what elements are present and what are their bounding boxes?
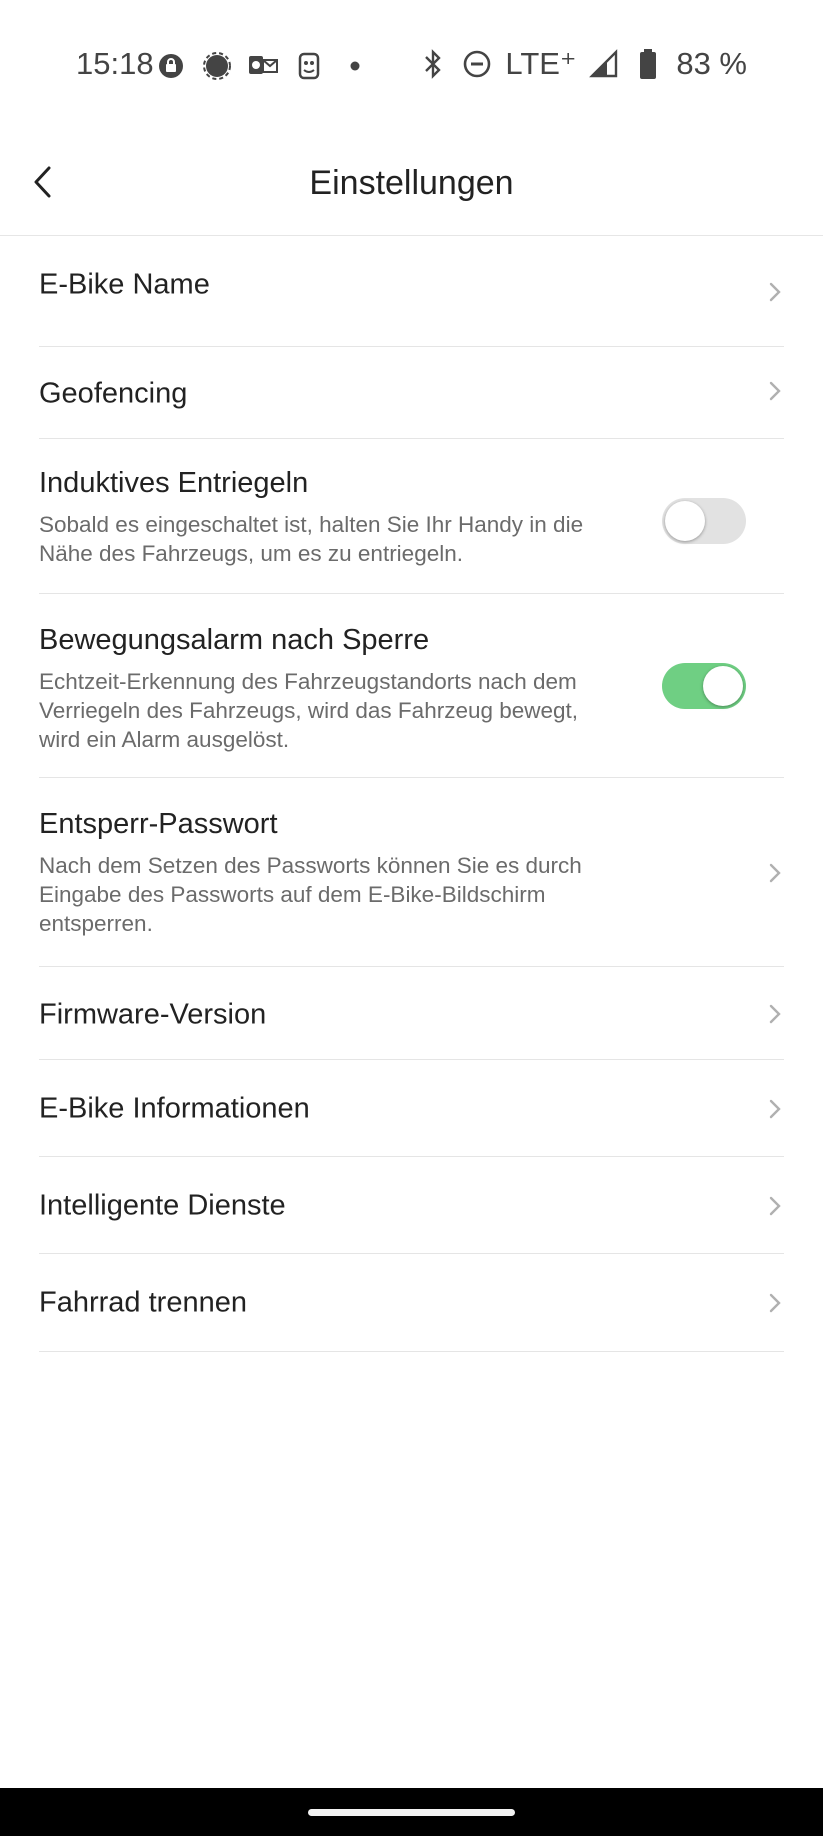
setting-induktives-entriegeln: Induktives Entriegeln Sobald es eingesch… [39, 439, 784, 594]
home-gesture-handle[interactable] [308, 1809, 515, 1816]
setting-title: Firmware-Version [39, 998, 267, 1031]
system-status: LTE⁺ 83 % [417, 46, 747, 82]
outlook-icon [247, 50, 279, 82]
setting-firmware-version[interactable]: Firmware-Version [39, 967, 784, 1060]
status-bar: 15:18 LTE⁺ 83 % [0, 0, 823, 130]
setting-title: Induktives Entriegeln [39, 467, 309, 499]
setting-title: Geofencing [39, 377, 188, 410]
more-notifications-dot-icon [339, 50, 371, 82]
chevron-right-icon [769, 1004, 781, 1024]
network-type-label: LTE⁺ [505, 46, 577, 81]
setting-entsperr-passwort[interactable]: Entsperr-Passwort Nach dem Setzen des Pa… [39, 778, 784, 967]
setting-geofencing[interactable]: Geofencing [39, 347, 784, 439]
setting-title: Entsperr-Passwort [39, 808, 278, 840]
toggle-knob [665, 501, 705, 541]
app-header: Einstellungen [0, 130, 823, 236]
chevron-right-icon [769, 1196, 781, 1216]
setting-text: Bewegungsalarm nach Sperre Echtzeit-Erke… [39, 624, 619, 754]
toggle-knob [703, 666, 743, 706]
setting-title: E-Bike Informationen [39, 1092, 310, 1125]
setting-bewegungsalarm: Bewegungsalarm nach Sperre Echtzeit-Erke… [39, 594, 784, 778]
notification-icons [155, 50, 371, 82]
setting-description: Nach dem Setzen des Passworts können Sie… [39, 853, 582, 936]
do-not-disturb-icon [461, 48, 493, 80]
cell-signal-icon [588, 48, 620, 80]
setting-description: Echtzeit-Erkennung des Fahrzeugstandorts… [39, 669, 579, 752]
bewegungsalarm-toggle[interactable] [662, 663, 746, 709]
chevron-right-icon [769, 282, 781, 302]
chevron-right-icon [769, 1099, 781, 1119]
system-navigation-bar [0, 1788, 823, 1836]
status-time: 15:18 [76, 46, 154, 81]
setting-title: E-Bike Name [39, 268, 210, 301]
battery-percent: 83 % [676, 46, 747, 81]
induktives-entriegeln-toggle[interactable] [662, 498, 746, 544]
setting-e-bike-informationen[interactable]: E-Bike Informationen [39, 1060, 784, 1157]
battery-icon [632, 48, 664, 80]
settings-list: E-Bike Name Geofencing Induktives Entrie… [39, 236, 784, 1352]
setting-fahrrad-trennen[interactable]: Fahrrad trennen [39, 1254, 784, 1352]
setting-title: Intelligente Dienste [39, 1189, 286, 1222]
chevron-right-icon [769, 1293, 781, 1313]
setting-title: Bewegungsalarm nach Sperre [39, 624, 430, 656]
lock-notification-icon [155, 50, 187, 82]
app-notification-icon [293, 50, 325, 82]
chevron-right-icon [769, 863, 781, 883]
setting-title: Fahrrad trennen [39, 1286, 247, 1319]
setting-intelligente-dienste[interactable]: Intelligente Dienste [39, 1157, 784, 1254]
chevron-right-icon [769, 381, 781, 401]
setting-text: Induktives Entriegeln Sobald es eingesch… [39, 467, 619, 568]
bluetooth-icon [417, 48, 449, 80]
page-title: Einstellungen [309, 164, 514, 202]
setting-description: Sobald es eingeschaltet ist, halten Sie … [39, 512, 584, 566]
signal-app-icon [201, 50, 233, 82]
setting-text: Entsperr-Passwort Nach dem Setzen des Pa… [39, 808, 619, 938]
setting-e-bike-name[interactable]: E-Bike Name [39, 236, 784, 347]
